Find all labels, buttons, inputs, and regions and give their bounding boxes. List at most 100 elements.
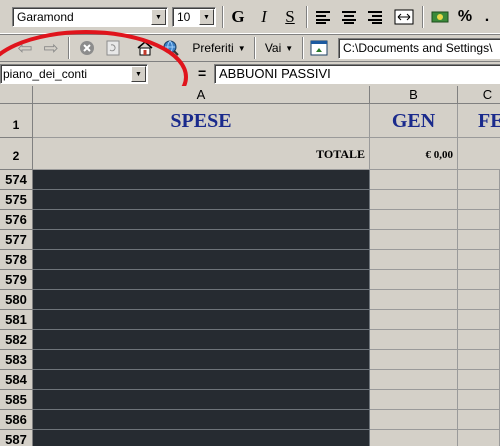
thousands-label: . [484,8,490,25]
show-web-toolbar-button[interactable] [308,37,330,59]
cell-c[interactable] [458,430,500,446]
cell-b[interactable] [370,310,458,330]
cell-a2[interactable]: TOTALE [33,138,370,170]
cell-c2[interactable] [458,138,500,170]
cell-c[interactable] [458,410,500,430]
formula-input[interactable]: ABBUONI PASSIVI [214,64,500,84]
cell-a[interactable] [33,310,370,330]
cell-c[interactable] [458,370,500,390]
percent-button[interactable]: % [456,6,474,28]
cell-b[interactable] [370,390,458,410]
stop-icon [80,41,94,55]
cell-a[interactable] [33,270,370,290]
cell-a[interactable] [33,390,370,410]
cell-c[interactable] [458,290,500,310]
cell-a[interactable] [33,230,370,250]
row-header[interactable]: 587 [0,430,33,446]
cell-a[interactable] [33,410,370,430]
cell-c[interactable] [458,330,500,350]
cell-b[interactable] [370,370,458,390]
cell-b[interactable] [370,290,458,310]
cell-b[interactable] [370,170,458,190]
align-left-button[interactable] [312,6,334,28]
row-header[interactable]: 584 [0,370,33,390]
cell-c[interactable] [458,350,500,370]
cell-c1[interactable]: FE [458,104,500,138]
merge-center-icon [394,9,414,25]
favorites-menu[interactable]: Preferiti ▼ [190,37,248,59]
cell-a[interactable] [33,370,370,390]
cell-a[interactable] [33,250,370,270]
row-header[interactable]: 575 [0,190,33,210]
cell-c[interactable] [458,230,500,250]
cell-c[interactable] [458,210,500,230]
align-center-button[interactable] [338,6,360,28]
cell-b[interactable] [370,410,458,430]
row-header[interactable]: 579 [0,270,33,290]
stop-button[interactable] [76,37,98,59]
row-header-1[interactable]: 1 [0,104,33,138]
cell-b1[interactable]: GEN [370,104,458,138]
cell-b2[interactable]: € 0,00 [370,138,458,170]
cell-c[interactable] [458,190,500,210]
cell-a[interactable] [33,290,370,310]
font-size-select[interactable]: 10 ▼ [172,7,216,27]
bold-button[interactable]: G [228,6,248,28]
cell-a[interactable] [33,210,370,230]
align-center-icon [342,11,356,24]
merge-center-button[interactable] [392,6,416,28]
cell-b[interactable] [370,230,458,250]
cell-c[interactable] [458,390,500,410]
refresh-button[interactable] [102,37,124,59]
cell-c[interactable] [458,170,500,190]
column-header-b[interactable]: B [370,86,458,104]
cell-b[interactable] [370,330,458,350]
cell-a[interactable] [33,190,370,210]
back-button[interactable]: ⇦ [14,37,36,59]
cell-c[interactable] [458,270,500,290]
chevron-down-icon[interactable]: ▼ [151,9,166,25]
cell-b[interactable] [370,350,458,370]
row-header[interactable]: 582 [0,330,33,350]
cell-a[interactable] [33,170,370,190]
cell-b[interactable] [370,270,458,290]
cell-b[interactable] [370,210,458,230]
currency-button[interactable] [428,6,452,28]
italic-button[interactable]: I [254,6,274,28]
row-header[interactable]: 580 [0,290,33,310]
home-button[interactable] [134,37,156,59]
underline-button[interactable]: S [280,6,300,28]
address-field[interactable]: C:\Documents and Settings\ [338,38,500,59]
cell-b[interactable] [370,250,458,270]
search-web-button[interactable] [160,37,182,59]
forward-button[interactable]: ⇨ [40,37,62,59]
row-header[interactable]: 574 [0,170,33,190]
cell-a[interactable] [33,330,370,350]
row-header[interactable]: 585 [0,390,33,410]
column-header-a[interactable]: A [33,86,370,104]
cell-c[interactable] [458,310,500,330]
name-box[interactable]: piano_dei_conti ▼ [0,64,148,84]
select-all-corner[interactable] [0,86,33,104]
home-icon [137,41,153,56]
cell-c[interactable] [458,250,500,270]
cell-b[interactable] [370,190,458,210]
align-right-button[interactable] [364,6,386,28]
row-header-2[interactable]: 2 [0,138,33,170]
cell-a[interactable] [33,350,370,370]
cell-b[interactable] [370,430,458,446]
row-header[interactable]: 583 [0,350,33,370]
row-header[interactable]: 581 [0,310,33,330]
row-header[interactable]: 586 [0,410,33,430]
cell-a[interactable] [33,430,370,446]
column-header-c[interactable]: C [458,86,500,104]
row-header[interactable]: 576 [0,210,33,230]
font-name-select[interactable]: Garamond ▼ [12,7,168,27]
thousands-button[interactable]: . [478,6,496,28]
row-header[interactable]: 577 [0,230,33,250]
row-header[interactable]: 578 [0,250,33,270]
chevron-down-icon[interactable]: ▼ [131,66,146,82]
go-menu[interactable]: Vai ▼ [260,37,298,59]
cell-a1[interactable]: SPESE [33,104,370,138]
chevron-down-icon[interactable]: ▼ [199,9,214,25]
